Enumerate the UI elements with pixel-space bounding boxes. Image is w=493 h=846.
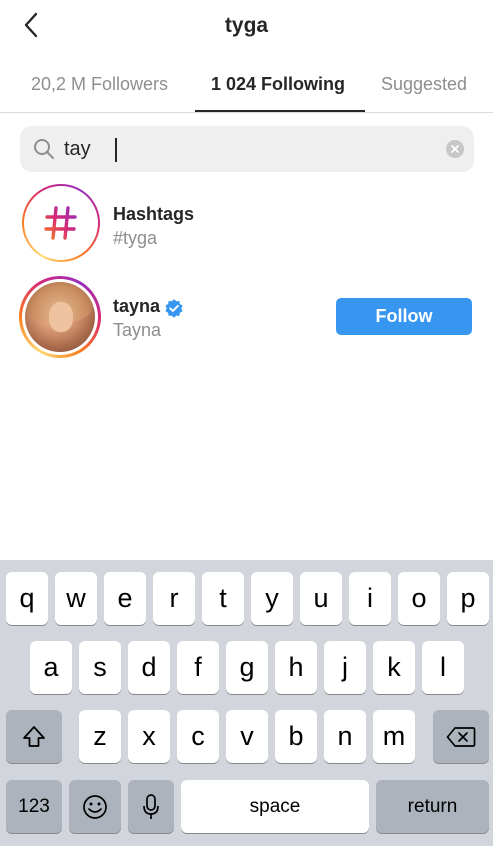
key-b[interactable]: b (275, 710, 317, 763)
key-d[interactable]: d (128, 641, 170, 694)
key-z[interactable]: z (79, 710, 121, 763)
header: tyga (0, 0, 493, 56)
key-q[interactable]: q (6, 572, 48, 625)
search-icon (34, 139, 54, 159)
microphone-icon (143, 793, 159, 819)
hashtag-icon (44, 206, 77, 240)
key-h[interactable]: h (275, 641, 317, 694)
story-ring (19, 276, 101, 358)
key-o[interactable]: o (398, 572, 440, 625)
hashtag-avatar (22, 184, 100, 262)
shift-key[interactable] (6, 710, 62, 763)
search-input[interactable] (64, 134, 424, 164)
key-t[interactable]: t (202, 572, 244, 625)
key-i[interactable]: i (349, 572, 391, 625)
hashtag-result-title: Hashtags (113, 204, 195, 224)
key-l[interactable]: l (422, 641, 464, 694)
clear-icon (451, 145, 459, 153)
key-c[interactable]: c (177, 710, 219, 763)
hashtag-result-row[interactable]: Hashtags #tyga (0, 180, 493, 270)
key-f[interactable]: f (177, 641, 219, 694)
active-tab-indicator (195, 110, 365, 112)
key-a[interactable]: a (30, 641, 72, 694)
clear-search-button[interactable] (446, 140, 464, 158)
tab-suggested[interactable]: Suggested (381, 74, 467, 95)
key-n[interactable]: n (324, 710, 366, 763)
key-s[interactable]: s (79, 641, 121, 694)
key-x[interactable]: x (128, 710, 170, 763)
numbers-key[interactable]: 123 (6, 780, 62, 833)
username: tayna (113, 296, 161, 316)
text-cursor (115, 138, 117, 162)
tab-followers[interactable]: 20,2 M Followers (31, 74, 168, 95)
verified-badge-icon (165, 299, 183, 318)
key-p[interactable]: p (447, 572, 489, 625)
avatar (25, 282, 95, 352)
search-bar[interactable] (20, 126, 474, 172)
keyboard: q w e r t y u i o p a s d f g h j k l z … (0, 560, 493, 846)
follow-button[interactable]: Follow (336, 298, 472, 335)
key-k[interactable]: k (373, 641, 415, 694)
key-m[interactable]: m (373, 710, 415, 763)
key-g[interactable]: g (226, 641, 268, 694)
microphone-key[interactable] (128, 780, 174, 833)
key-w[interactable]: w (55, 572, 97, 625)
key-e[interactable]: e (104, 572, 146, 625)
emoji-key[interactable] (69, 780, 121, 833)
hashtag-result-subtitle: #tyga (113, 228, 158, 248)
full-name: Tayna (113, 320, 162, 340)
key-y[interactable]: y (251, 572, 293, 625)
key-r[interactable]: r (153, 572, 195, 625)
return-key[interactable]: return (376, 780, 489, 833)
tabs: 20,2 M Followers 1 024 Following Suggest… (0, 62, 493, 113)
emoji-icon (83, 794, 107, 819)
delete-icon (446, 726, 476, 747)
key-v[interactable]: v (226, 710, 268, 763)
shift-icon (23, 725, 45, 747)
space-key[interactable]: space (181, 780, 369, 833)
key-u[interactable]: u (300, 572, 342, 625)
page-title: tyga (224, 14, 269, 37)
delete-key[interactable] (433, 710, 489, 763)
key-j[interactable]: j (324, 641, 366, 694)
user-result-row[interactable]: tayna Tayna Follow (0, 272, 493, 362)
tab-following[interactable]: 1 024 Following (211, 74, 345, 95)
